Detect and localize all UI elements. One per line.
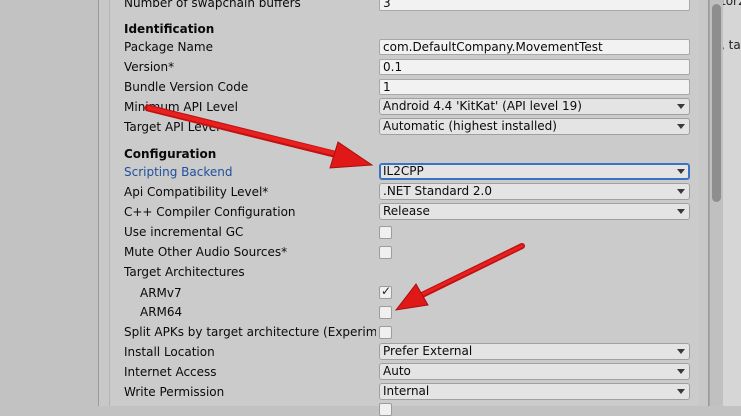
package-name-label: Package Name: [124, 40, 213, 54]
cpp-compiler-dropdown[interactable]: Release: [379, 203, 690, 220]
bundle-version-label: Bundle Version Code: [124, 80, 249, 94]
version-label: Version*: [124, 60, 175, 74]
chevron-down-icon: [677, 124, 685, 129]
identification-header: Identification: [124, 22, 215, 36]
next-row-checkbox[interactable]: [379, 403, 392, 416]
cpp-compiler-label: C++ Compiler Configuration: [124, 205, 296, 219]
cpp-compiler-value: Release: [383, 204, 430, 218]
arm64-checkbox[interactable]: [379, 306, 392, 319]
api-compat-dropdown[interactable]: .NET Standard 2.0: [379, 183, 690, 200]
scripting-backend-dropdown[interactable]: IL2CPP: [379, 163, 690, 180]
right-panel-text-2: , tar: [723, 38, 741, 52]
left-background: [0, 0, 98, 406]
armv7-checkbox[interactable]: ✓: [379, 284, 392, 299]
right-side-panel: tor2 , tar: [723, 0, 741, 406]
chevron-down-icon: [677, 389, 685, 394]
scripting-backend-value: IL2CPP: [383, 164, 424, 178]
internet-access-dropdown[interactable]: Auto: [379, 363, 690, 380]
checkmark-icon: ✓: [381, 284, 392, 298]
target-architectures-label: Target Architectures: [124, 265, 245, 279]
install-location-value: Prefer External: [383, 344, 473, 358]
incremental-gc-checkbox[interactable]: [379, 226, 392, 239]
install-location-label: Install Location: [124, 345, 215, 359]
package-name-field[interactable]: com.DefaultCompany.MovementTest: [379, 39, 690, 55]
bundle-version-field[interactable]: 1: [379, 79, 690, 95]
mute-audio-checkbox[interactable]: [379, 246, 392, 259]
incremental-gc-label: Use incremental GC: [124, 225, 244, 239]
right-panel-text-1: tor2: [723, 0, 741, 8]
min-api-dropdown[interactable]: Android 4.4 'KitKat' (API level 19): [379, 98, 690, 115]
armv7-label: ARMv7: [140, 286, 182, 300]
split-apks-checkbox[interactable]: [379, 326, 392, 339]
target-api-dropdown[interactable]: Automatic (highest installed): [379, 118, 690, 135]
target-api-label: Target API Level: [124, 120, 220, 134]
chevron-down-icon: [677, 104, 685, 109]
configuration-header: Configuration: [124, 147, 217, 161]
write-permission-label: Write Permission: [124, 385, 225, 399]
internet-access-label: Internet Access: [124, 365, 217, 379]
api-compat-value: .NET Standard 2.0: [383, 184, 493, 198]
arm64-label: ARM64: [140, 305, 183, 319]
swapchain-field[interactable]: 3: [379, 0, 690, 11]
target-api-value: Automatic (highest installed): [383, 119, 557, 133]
api-compat-label: Api Compatibility Level*: [124, 185, 269, 199]
min-api-value: Android 4.4 'KitKat' (API level 19): [383, 99, 582, 113]
chevron-down-icon: [677, 169, 685, 174]
internet-access-value: Auto: [383, 364, 411, 378]
scripting-backend-label: Scripting Backend: [124, 165, 233, 179]
install-location-dropdown[interactable]: Prefer External: [379, 343, 690, 360]
write-permission-value: Internal: [383, 384, 430, 398]
scrollbar-thumb[interactable]: [712, 4, 721, 202]
chevron-down-icon: [677, 209, 685, 214]
version-field[interactable]: 0.1: [379, 59, 690, 75]
chevron-down-icon: [677, 369, 685, 374]
split-apks-label: Split APKs by target architecture (Exper…: [124, 325, 376, 339]
write-permission-dropdown[interactable]: Internal: [379, 383, 690, 400]
chevron-down-icon: [677, 189, 685, 194]
swapchain-label: Number of swapchain buffers: [124, 0, 301, 10]
mute-audio-label: Mute Other Audio Sources*: [124, 245, 288, 259]
chevron-down-icon: [677, 349, 685, 354]
min-api-label: Minimum API Level: [124, 100, 238, 114]
vertical-scrollbar[interactable]: [709, 0, 723, 406]
